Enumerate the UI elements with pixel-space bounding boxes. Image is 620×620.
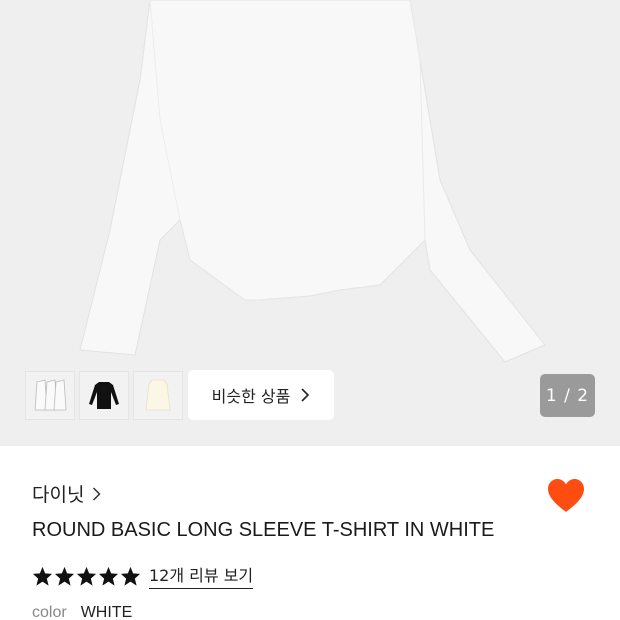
- brand-name: 다이닛: [32, 484, 85, 506]
- ivory-tshirt-icon: [145, 379, 171, 410]
- chevron-right-icon: [93, 486, 102, 501]
- brand-link[interactable]: 다이닛: [32, 480, 102, 507]
- color-label: color: [32, 604, 67, 620]
- chevron-right-icon: [301, 388, 310, 402]
- thumbnail-black-tshirt[interactable]: [79, 371, 129, 420]
- star-icon: [32, 566, 53, 586]
- star-icon: [76, 566, 97, 586]
- product-info-section: 다이닛 ROUND BASIC LONG SLEEVE T-SHIRT IN W…: [0, 446, 620, 620]
- star-icon: [54, 566, 75, 586]
- thumbnail-white-tshirt[interactable]: [25, 371, 75, 420]
- star-rating: [32, 566, 141, 586]
- thumbnail-ivory-tshirt[interactable]: [133, 371, 183, 420]
- rating-row: 12개 리뷰 보기: [32, 562, 254, 589]
- color-value: WHITE: [80, 604, 133, 620]
- image-pager-indicator: 1 / 2: [540, 374, 595, 417]
- pager-text: 1 / 2: [545, 385, 590, 406]
- thumbnail-strip: [25, 371, 183, 420]
- product-image-gallery[interactable]: 비슷한 상품 1 / 2: [0, 0, 620, 446]
- wishlist-heart-icon[interactable]: [546, 478, 586, 514]
- star-icon: [98, 566, 119, 586]
- star-icon: [120, 566, 141, 586]
- color-row: color WHITE: [32, 604, 132, 620]
- view-reviews-link[interactable]: 12개 리뷰 보기: [149, 562, 254, 589]
- black-tshirt-icon: [89, 381, 119, 409]
- white-tshirt-set-icon: [34, 378, 67, 410]
- product-title: ROUND BASIC LONG SLEEVE T-SHIRT IN WHITE: [32, 519, 495, 541]
- similar-products-label: 비슷한 상품: [211, 387, 291, 406]
- similar-products-button[interactable]: 비슷한 상품: [188, 370, 334, 420]
